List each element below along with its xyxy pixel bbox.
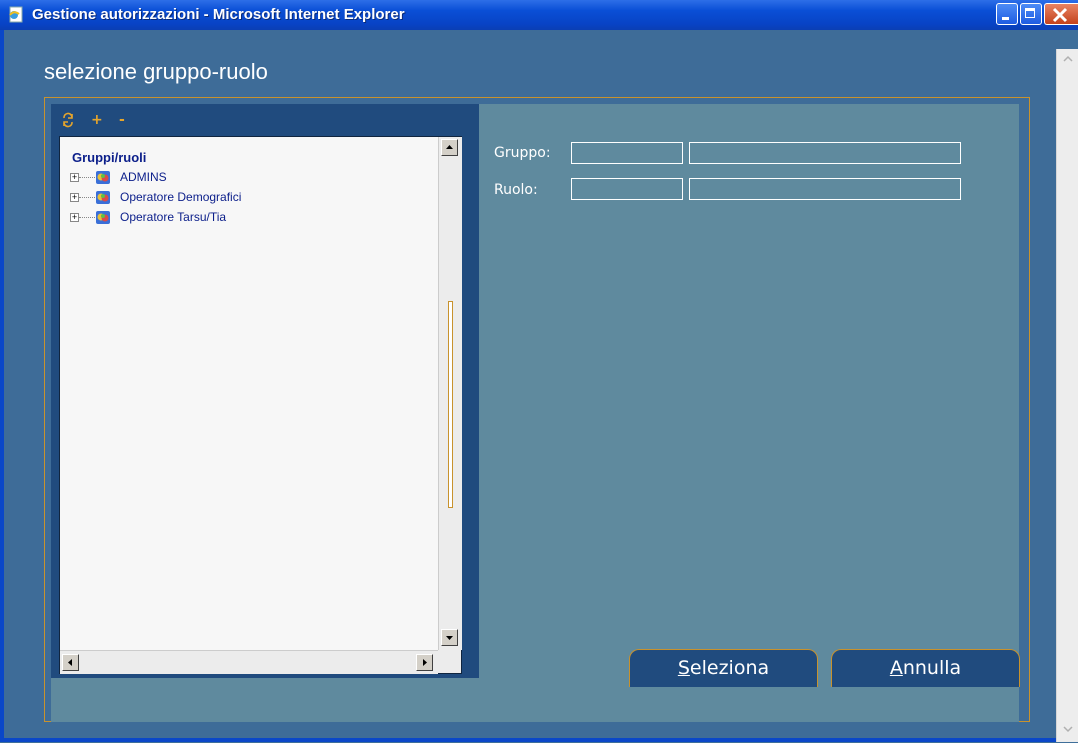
arrow-left-icon [68, 659, 72, 666]
ruolo-code-field[interactable] [571, 178, 683, 200]
scroll-corner [438, 650, 461, 673]
window-title: Gestione autorizzazioni - Microsoft Inte… [32, 6, 405, 23]
scroll-left-button[interactable] [62, 654, 79, 671]
tree-connector [79, 177, 95, 178]
window-title-bar[interactable]: Gestione autorizzazioni - Microsoft Inte… [0, 0, 1078, 30]
group-icon [96, 211, 110, 224]
tree-panel: + - Gruppi/ruoli + ADMINS + Operatore De… [51, 104, 480, 679]
main-panel: + - Gruppi/ruoli + ADMINS + Operatore De… [44, 97, 1030, 722]
arrow-right-icon [423, 659, 427, 666]
annulla-accesskey: A [889, 657, 903, 679]
expand-icon[interactable]: + [70, 213, 79, 222]
seleziona-button[interactable]: Seleziona [629, 649, 818, 687]
page-content: selezione gruppo-ruolo + - Gruppi/ruoli … [4, 30, 1060, 738]
ruolo-label: Ruolo: [494, 182, 538, 198]
scroll-right-button[interactable] [416, 654, 433, 671]
close-button[interactable] [1044, 3, 1078, 25]
seleziona-label: eleziona [689, 657, 770, 679]
tree-connector [79, 197, 95, 198]
refresh-icon[interactable] [61, 112, 75, 132]
gruppo-description-field[interactable] [689, 142, 961, 164]
gruppo-code-field[interactable] [571, 142, 683, 164]
scroll-down-button[interactable] [441, 629, 458, 646]
tree-vertical-scrollbar[interactable] [438, 137, 462, 650]
page-scroll-up-icon[interactable] [1060, 51, 1076, 67]
maximize-icon [1025, 8, 1035, 18]
page-scroll-down-icon[interactable] [1060, 721, 1076, 737]
tree-connector [79, 217, 95, 218]
seleziona-accesskey: S [677, 657, 690, 679]
selection-form-panel: Gruppo: Ruolo: [479, 104, 1019, 678]
arrow-down-icon [446, 636, 453, 640]
expand-all-icon[interactable]: + [91, 112, 103, 128]
window-frame-bottom [0, 738, 1060, 742]
scroll-up-button[interactable] [441, 139, 458, 156]
group-icon [96, 171, 110, 184]
page-vertical-scrollbar[interactable] [1056, 49, 1078, 742]
tree-view[interactable]: Gruppi/ruoli + ADMINS + Operatore Demogr… [59, 136, 462, 674]
annulla-label: nnulla [902, 657, 962, 679]
expand-icon[interactable]: + [70, 173, 79, 182]
tree-node-label[interactable]: Operatore Demografici [120, 190, 241, 204]
collapse-all-icon[interactable]: - [119, 112, 125, 128]
tree-horizontal-scrollbar[interactable] [60, 650, 438, 674]
minimize-icon [1002, 17, 1009, 20]
group-icon [96, 191, 110, 204]
tree-node-label[interactable]: ADMINS [120, 170, 167, 184]
maximize-button[interactable] [1020, 3, 1042, 25]
expand-icon[interactable]: + [70, 193, 79, 202]
tree-root-label[interactable]: Gruppi/ruoli [72, 150, 146, 165]
ruolo-description-field[interactable] [689, 178, 961, 200]
minimize-button[interactable] [996, 3, 1018, 25]
scroll-thumb[interactable] [448, 301, 453, 508]
arrow-up-icon [446, 145, 453, 149]
ie-page-icon [9, 6, 23, 23]
tree-node-label[interactable]: Operatore Tarsu/Tia [120, 210, 226, 224]
close-icon [1052, 7, 1068, 23]
page-title: selezione gruppo-ruolo [44, 59, 268, 84]
annulla-button[interactable]: Annulla [831, 649, 1020, 687]
gruppo-label: Gruppo: [494, 145, 551, 161]
